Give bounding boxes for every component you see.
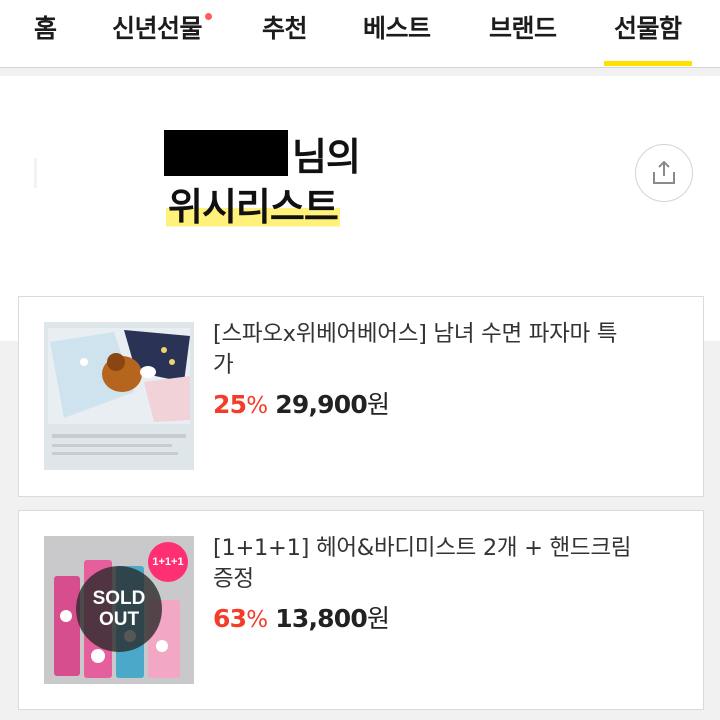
share-button[interactable]: [635, 144, 693, 202]
currency: 원: [366, 390, 390, 419]
name-suffix: 님의: [292, 135, 361, 179]
currency: 원: [366, 604, 390, 633]
product-title: [1+1+1] 헤어&바디미스트 2개 + 핸드크림 증정: [213, 535, 632, 592]
price-line: 63% 13,800원: [213, 599, 390, 635]
tab-recommended[interactable]: 추천: [262, 0, 308, 66]
price-line: 25% 29,900원: [213, 385, 390, 421]
tab-new-year-gifts[interactable]: 신년선물: [112, 0, 213, 66]
bundle-badge: 1+1+1: [148, 542, 188, 582]
price: 13,800: [275, 604, 367, 633]
discount-rate: 63: [213, 604, 247, 633]
tab-label: 브랜드: [489, 14, 557, 43]
share-icon: [653, 160, 675, 184]
tab-label: 추천: [262, 14, 308, 43]
redacted-username: [164, 130, 288, 176]
sold-out-text: SOLD: [92, 588, 146, 609]
product-image: [44, 322, 194, 470]
top-navigation: 홈 신년선물 추천 베스트 브랜드 선물함: [0, 0, 720, 68]
tab-gift-box[interactable]: 선물함: [604, 0, 691, 66]
new-indicator-dot: [205, 13, 213, 20]
tab-label: 베스트: [363, 14, 431, 43]
tab-home[interactable]: 홈: [34, 0, 57, 66]
tab-best[interactable]: 베스트: [363, 0, 431, 66]
price: 29,900: [275, 390, 367, 419]
wishlist-item[interactable]: [스파오x위베어베어스] 남녀 수면 파자마 특가 25% 29,900원: [18, 296, 704, 497]
page-title: 위시리스트: [166, 176, 340, 231]
discount-unit: %: [246, 607, 268, 633]
sold-out-badge: SOLD OUT: [76, 566, 162, 652]
profile-placeholder: [34, 158, 37, 188]
wishlist-item[interactable]: 1+1+1 SOLD OUT [1+1+1] 헤어&바디미스트 2개 + 핸드크…: [18, 510, 704, 710]
sold-out-text: OUT: [98, 609, 140, 630]
product-title: [스파오x위베어베어스] 남녀 수면 파자마 특가: [213, 321, 618, 378]
product-image: 1+1+1 SOLD OUT: [44, 536, 194, 684]
tab-label: 홈: [34, 14, 57, 43]
tab-label: 신년선물: [112, 14, 203, 43]
tab-label: 선물함: [614, 14, 682, 43]
discount-rate: 25: [213, 390, 247, 419]
tab-brand[interactable]: 브랜드: [489, 0, 557, 66]
discount-unit: %: [246, 393, 268, 419]
